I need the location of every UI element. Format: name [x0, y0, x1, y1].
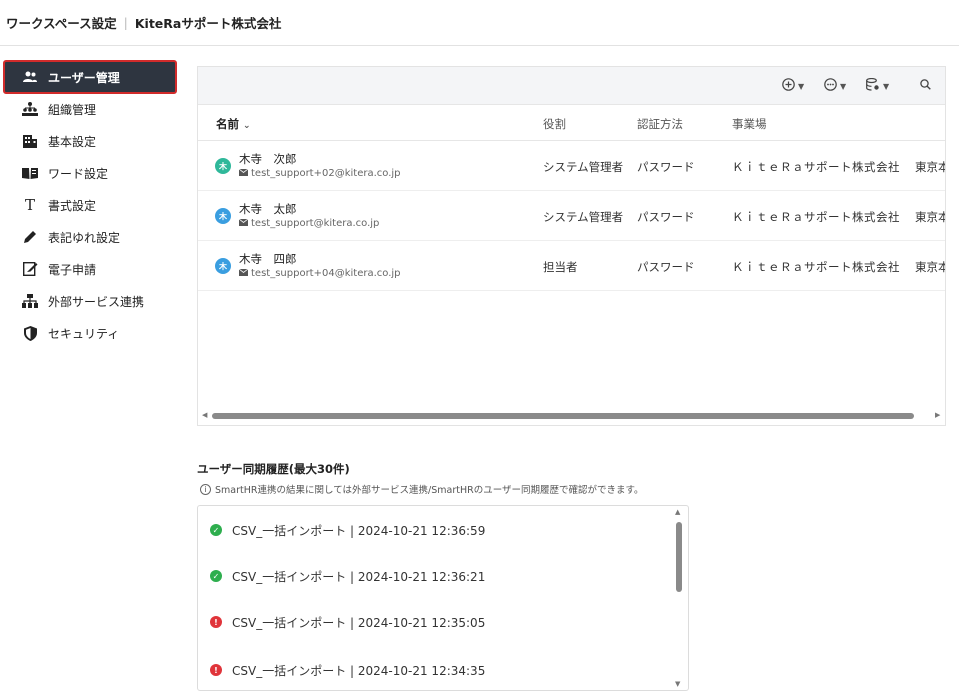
users-icon: [22, 69, 38, 85]
pencil-icon: [22, 229, 38, 245]
error-icon: !: [210, 664, 222, 676]
column-header-office[interactable]: 事業場: [732, 116, 767, 132]
sidebar-item-organization[interactable]: 組織管理: [4, 93, 176, 125]
scroll-down-icon[interactable]: ▼: [675, 680, 680, 688]
column-settings-button[interactable]: ▼: [866, 77, 889, 95]
user-email: test_support@kitera.co.jp: [238, 218, 379, 229]
user-name: 木寺 太郎: [239, 202, 297, 216]
text-format-icon: T: [24, 196, 35, 214]
history-item[interactable]: ! CSV_一括インポート | 2024-10-21 12:35:05: [210, 612, 485, 632]
history-title: ユーザー同期履歴(最大30件): [197, 462, 350, 476]
user-location: 東京本: [915, 210, 945, 224]
user-email: test_support+04@kitera.co.jp: [238, 268, 401, 279]
user-location: 東京本: [915, 260, 945, 274]
chevron-down-icon: ▼: [840, 81, 847, 91]
error-icon: !: [210, 616, 222, 628]
scroll-left-icon[interactable]: ◀: [202, 411, 207, 419]
app-header: ワークスペース設定 | KiteRaサポート株式会社: [0, 0, 959, 46]
user-role: システム管理者: [543, 210, 624, 224]
user-role: システム管理者: [543, 160, 624, 174]
add-circle-icon: [782, 78, 795, 94]
history-list: ✓ CSV_一括インポート | 2024-10-21 12:36:59 ✓ CS…: [197, 505, 689, 691]
table-row[interactable]: 木 木寺 太郎 test_support@kitera.co.jp システム管理…: [198, 191, 945, 241]
column-header-auth[interactable]: 認証方法: [637, 116, 683, 132]
sidebar-item-security[interactable]: セキュリティ: [4, 317, 176, 349]
search-icon: [920, 79, 931, 93]
sidebar-item-label: 組織管理: [48, 102, 97, 117]
user-name: 木寺 四郎: [239, 252, 297, 266]
table-row[interactable]: 木 木寺 次郎 test_support+02@kitera.co.jp システ…: [198, 141, 945, 191]
table-row[interactable]: 木 木寺 四郎 test_support+04@kitera.co.jp 担当者…: [198, 241, 945, 291]
user-name: 木寺 次郎: [239, 152, 297, 166]
page-title: ワークスペース設定: [6, 16, 117, 31]
table-header: 名前 ⌄ 役割 認証方法 事業場: [198, 105, 945, 141]
chevron-down-icon: ▼: [798, 81, 805, 91]
more-menu-button[interactable]: ▼: [824, 77, 846, 95]
user-office: ＫｉｔｅＲａサポート株式会社: [732, 260, 900, 274]
avatar: 木: [215, 258, 231, 274]
avatar: 木: [215, 208, 231, 224]
avatar: 木: [215, 158, 231, 174]
sidebar-item-format-settings[interactable]: T 書式設定: [4, 189, 176, 221]
history-note: i SmartHR連携の結果に関しては外部サービス連携/SmartHRのユーザー…: [200, 482, 644, 496]
mail-icon: [238, 268, 249, 279]
chevron-down-icon: ▼: [883, 81, 890, 91]
sitemap-icon: [22, 293, 38, 309]
user-office: ＫｉｔｅＲａサポート株式会社: [732, 210, 900, 224]
vertical-scrollbar[interactable]: ▲ ▼: [674, 508, 684, 690]
sidebar-item-word-settings[interactable]: ワード設定: [4, 157, 176, 189]
sidebar-item-label: セキュリティ: [48, 326, 120, 341]
sidebar-item-user-management[interactable]: ユーザー管理: [3, 60, 177, 94]
sidebar-item-label: 基本設定: [48, 134, 97, 149]
sidebar-item-notation-settings[interactable]: 表記ゆれ設定: [4, 221, 176, 253]
chevron-down-icon: ⌄: [243, 121, 251, 131]
history-item[interactable]: ✓ CSV_一括インポート | 2024-10-21 12:36:59: [210, 520, 485, 540]
history-item[interactable]: ✓ CSV_一括インポート | 2024-10-21 12:36:21: [210, 566, 485, 586]
scrollbar-thumb[interactable]: [212, 413, 914, 419]
user-email: test_support+02@kitera.co.jp: [238, 168, 401, 179]
scroll-right-icon[interactable]: ▶: [935, 411, 940, 419]
scroll-up-icon[interactable]: ▲: [675, 508, 680, 516]
sidebar-item-external-services[interactable]: 外部サービス連携: [4, 285, 176, 317]
column-header-name[interactable]: 名前 ⌄: [216, 116, 251, 132]
sidebar-item-e-application[interactable]: 電子申請: [4, 253, 176, 285]
org-chart-icon: [22, 101, 38, 117]
scrollbar-thumb[interactable]: [676, 522, 682, 592]
user-role: 担当者: [543, 260, 578, 274]
user-auth: パスワード: [637, 260, 695, 274]
sidebar-item-label: 外部サービス連携: [48, 294, 145, 309]
shield-icon: [22, 325, 38, 341]
database-settings-icon: [866, 77, 880, 94]
book-icon: [22, 165, 38, 181]
history-item[interactable]: ! CSV_一括インポート | 2024-10-21 12:34:35: [210, 660, 485, 680]
add-menu-button[interactable]: ▼: [782, 77, 804, 95]
horizontal-scrollbar[interactable]: ◀ ▶: [198, 411, 945, 421]
title-separator: |: [123, 15, 128, 30]
company-name: KiteRaサポート株式会社: [134, 16, 282, 31]
success-check-icon: ✓: [210, 570, 222, 582]
user-auth: パスワード: [637, 160, 695, 174]
column-header-role[interactable]: 役割: [543, 116, 566, 132]
sidebar: ユーザー管理 組織管理 基本設定 ワード設定 T 書式設定 表記ゆれ設定 電子申…: [3, 60, 177, 349]
table-body: 木 木寺 次郎 test_support+02@kitera.co.jp システ…: [198, 141, 945, 291]
e-application-icon: [22, 261, 38, 277]
sidebar-item-basic-settings[interactable]: 基本設定: [4, 125, 176, 157]
user-table-panel: ▼ ▼ ▼ 名前 ⌄ 役割 認証方法 事業場 木 木寺 次郎 test_supp…: [197, 66, 946, 426]
more-circle-icon: [824, 78, 837, 94]
sidebar-item-label: ワード設定: [48, 166, 109, 181]
sidebar-item-label: ユーザー管理: [48, 70, 120, 85]
table-toolbar: ▼ ▼ ▼: [198, 67, 945, 105]
building-icon: [22, 133, 38, 149]
user-auth: パスワード: [637, 210, 695, 224]
sidebar-item-label: 電子申請: [48, 262, 97, 277]
search-button[interactable]: [920, 77, 931, 95]
user-office: ＫｉｔｅＲａサポート株式会社: [732, 160, 900, 174]
mail-icon: [238, 168, 249, 179]
user-location: 東京本: [915, 160, 945, 174]
info-icon: i: [200, 483, 211, 495]
success-check-icon: ✓: [210, 524, 222, 536]
mail-icon: [238, 218, 249, 229]
sidebar-item-label: 表記ゆれ設定: [48, 230, 121, 245]
sidebar-item-label: 書式設定: [48, 198, 97, 213]
